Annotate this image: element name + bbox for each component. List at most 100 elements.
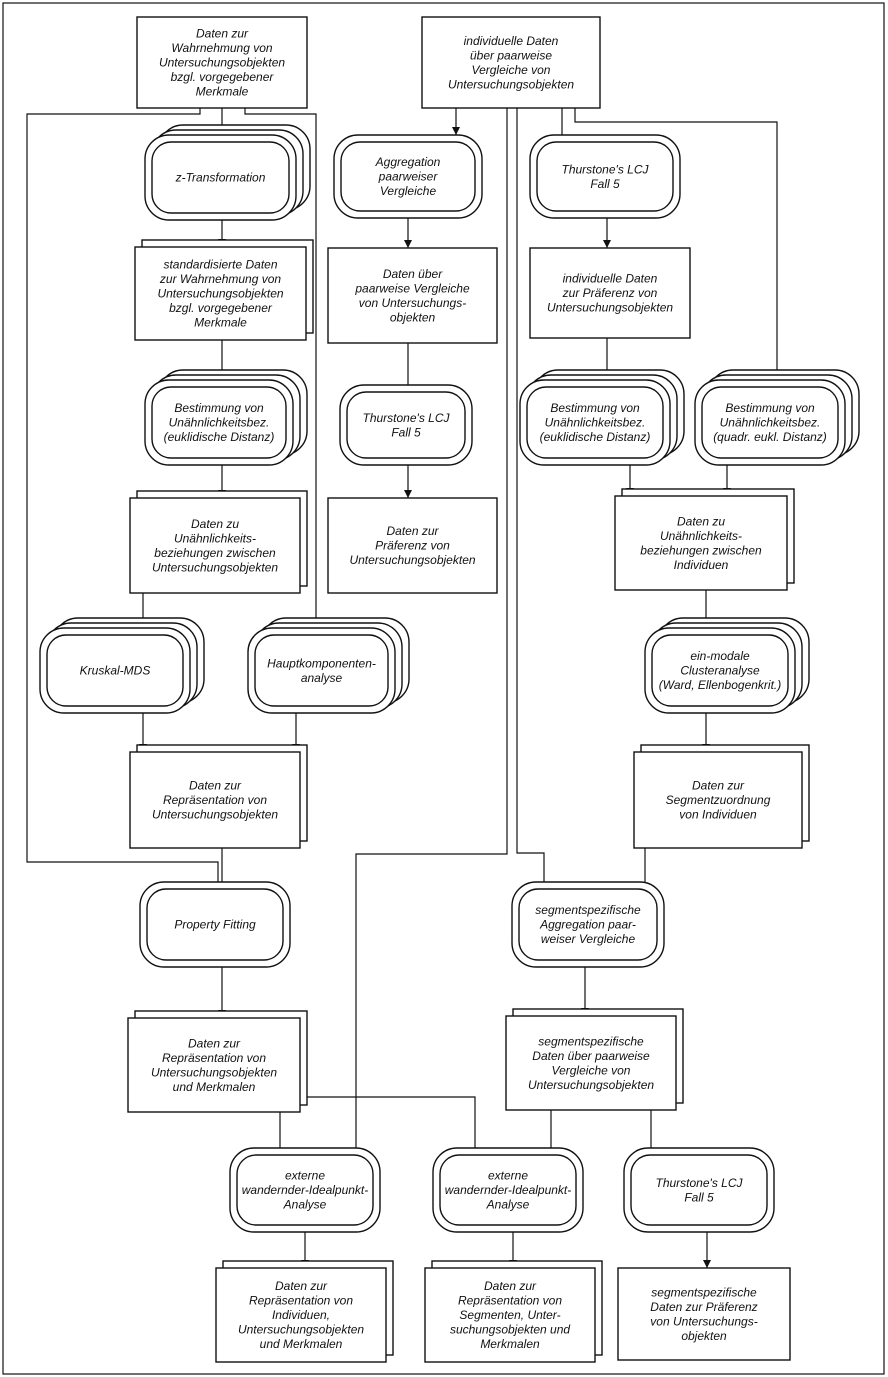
node-label-line: Hauptkomponenten-: [267, 656, 376, 670]
data-node-d11: Daten zur Repräsentation von Untersuchungs…: [127, 1010, 308, 1113]
node-label-line: objekten: [390, 310, 436, 324]
node-label-line: Thurstone's LCJ: [562, 162, 650, 176]
node-label-line: Untersuchungsobjekten: [152, 808, 278, 822]
node-label-line: individuelle Daten: [563, 272, 658, 286]
node-label-line: segmentspezifische: [535, 903, 641, 917]
node-label-line: (euklidische Distanz): [540, 430, 651, 444]
node-label-line: (quadr. eukl. Distanz): [713, 430, 827, 444]
node-label-line: Unähnlichkeitsbez.: [169, 416, 270, 430]
data-node-d12: segmentspezifische Daten über paarweise Ve…: [505, 1008, 684, 1111]
node-label-line: individuelle Daten: [464, 34, 559, 48]
process-node-p6: Bestimmung von Unähnlichkeitsbez. (euklidi…: [519, 369, 685, 466]
node-label-line: zur Präferenz von: [562, 286, 658, 300]
node-label-line: Fall 5: [590, 177, 620, 191]
process-node-p9: Hauptkomponenten-analyse: [247, 617, 410, 714]
node-label-line: Unähnlichkeitsbez.: [720, 416, 821, 430]
data-node-d6: Daten zu Unähnlichkeits-beziehungen zwisc…: [129, 490, 308, 594]
node-label-line: Untersuchungsobjekten: [349, 553, 475, 567]
data-node-d14: Daten zur Repräsentation von Segmenten, Un…: [424, 1260, 603, 1363]
node-label-line: ein-modale: [690, 649, 750, 663]
node-label-line: Thurstone's LCJ: [656, 1176, 744, 1190]
process-node-p3: Thurstone's LCJ Fall 5: [529, 134, 681, 219]
node-label-line: paarweiser: [378, 170, 439, 184]
node-label-line: z-Transformation: [175, 171, 266, 185]
node-label-line: Daten zur: [484, 1279, 537, 1293]
node-label-line: über paarweise: [470, 48, 552, 62]
node-label: Property Fitting: [174, 918, 256, 932]
node-label-line: segmentspezifische: [651, 1285, 757, 1299]
node-label-line: Analyse: [283, 1198, 327, 1212]
node-label: Aggregation paarweiser Vergleiche: [375, 155, 441, 198]
node-label-line: Daten zur Präferenz: [650, 1300, 757, 1314]
node-label-line: Bestimmung von: [174, 401, 264, 415]
process-node-p12: segmentspezifische Aggregation paar-weise…: [511, 881, 665, 968]
flowchart-canvas: Daten zur Wahrnehmung von Untersuchungsobj…: [2, 2, 885, 1375]
node-label-line: Segmentzuordnung: [666, 793, 771, 807]
node-label-line: Segmenten, Unter-: [459, 1308, 560, 1322]
process-node-p4: Bestimmung von Unähnlichkeitsbez. (euklidi…: [144, 369, 308, 466]
node-label-line: Repräsentation von: [163, 793, 267, 807]
node-label-line: objekten: [681, 1329, 727, 1343]
node-label-line: paarweise Vergleiche: [354, 281, 470, 295]
node-label-line: bzgl. vorgegebener: [169, 301, 273, 315]
node-label-line: von Individuen: [679, 808, 757, 822]
line-connector: [516, 108, 545, 882]
node-label-line: (Ward, Ellenbogenkrit.): [659, 678, 782, 692]
node-label: Bestimmung von Unähnlichkeitsbez. (euklidi…: [540, 401, 651, 444]
data-node-d8: Daten zu Unähnlichkeits-beziehungen zwisc…: [614, 488, 795, 591]
node-label-line: Kruskal-MDS: [80, 664, 151, 678]
process-node-p14: externe wandernder-Idealpunkt-Analyse: [432, 1147, 584, 1233]
node-label-line: Daten über: [383, 267, 443, 281]
node-label: Bestimmung von Unähnlichkeitsbez. (quadr. …: [713, 401, 827, 444]
node-label-line: Individuen,: [272, 1308, 330, 1322]
node-label-line: Daten zu: [677, 514, 725, 528]
node-label-line: Untersuchungsobjekten: [152, 560, 278, 574]
process-node-p5: Thurstone's LCJ Fall 5: [339, 384, 473, 466]
node-label-line: Daten zu: [191, 517, 239, 531]
data-node-d10: Daten zur Segmentzuordnung von Individuen: [633, 744, 810, 849]
process-node-p1: z-Transformation: [144, 124, 311, 221]
node-label-line: Daten zur: [386, 524, 439, 538]
node-label-line: Untersuchungsobjekten: [528, 1078, 654, 1092]
node-label-line: Präferenz von: [375, 539, 450, 553]
node-label: Kruskal-MDS: [80, 664, 151, 678]
node-label-line: Untersuchungsobjekten: [547, 301, 673, 315]
node-label-line: zur Wahrnehmung von: [159, 272, 282, 286]
node-label-line: Thurstone's LCJ: [363, 411, 451, 425]
node-label-line: beziehungen zwischen: [154, 546, 276, 560]
node-label-line: Daten zur: [188, 1036, 241, 1050]
data-node-d7: Daten zur Präferenz von Untersuchungsobjek…: [327, 497, 498, 594]
node-label-line: suchungsobjekten und: [450, 1323, 570, 1337]
node-label-line: Bestimmung von: [550, 401, 640, 415]
node-label-line: Fall 5: [391, 425, 421, 439]
node-label-line: Repräsentation von: [458, 1294, 562, 1308]
node-label-line: Unähnlichkeitsbez.: [545, 416, 646, 430]
node-label-line: Clusteranalyse: [680, 664, 760, 678]
node-label-line: Wahrnehmung von: [171, 41, 273, 55]
node-label-line: weiser Vergleiche: [541, 932, 636, 946]
node-label-line: Repräsentation von: [162, 1051, 266, 1065]
node-label: Bestimmung von Unähnlichkeitsbez. (euklidi…: [164, 401, 275, 444]
node-label-line: Daten zur: [189, 779, 242, 793]
process-node-p10: ein-modale Clusteranalyse (Ward, Ellenboge…: [644, 617, 810, 714]
node-label-line: Daten über paarweise: [532, 1049, 650, 1063]
data-node-d3: standardisierte Daten zur Wahrnehmung von…: [134, 239, 314, 341]
node-label-line: Unähnlichkeits-: [660, 529, 742, 543]
node-label-line: Daten zur: [692, 779, 745, 793]
data-node-d9: Daten zur Repräsentation von Untersuchungs…: [129, 744, 308, 849]
node-label-line: beziehungen zwischen: [640, 543, 762, 557]
node-label-line: Untersuchungsobjekten: [151, 1065, 277, 1079]
node-label-line: Untersuchungsobjekten: [159, 56, 285, 70]
node-label-line: Aggregation paar-: [539, 918, 636, 932]
node-label-line: Merkmale: [196, 85, 249, 99]
process-node-p13: externe wandernder-Idealpunkt-Analyse: [229, 1147, 381, 1233]
node-label-line: Aggregation: [375, 155, 441, 169]
node-label-line: Repräsentation von: [249, 1294, 353, 1308]
node-label-line: Merkmale: [194, 316, 247, 330]
node-label-line: standardisierte Daten: [163, 258, 277, 272]
node-label-line: Untersuchungsobjekten: [238, 1323, 364, 1337]
node-label: individuelle Daten zur Präferenz von Unter…: [547, 272, 673, 315]
node-label-line: Daten zur: [275, 1279, 328, 1293]
data-node-d4: Daten über paarweise Vergleiche von Unters…: [327, 247, 498, 344]
node-label-line: segmentspezifische: [538, 1034, 644, 1048]
